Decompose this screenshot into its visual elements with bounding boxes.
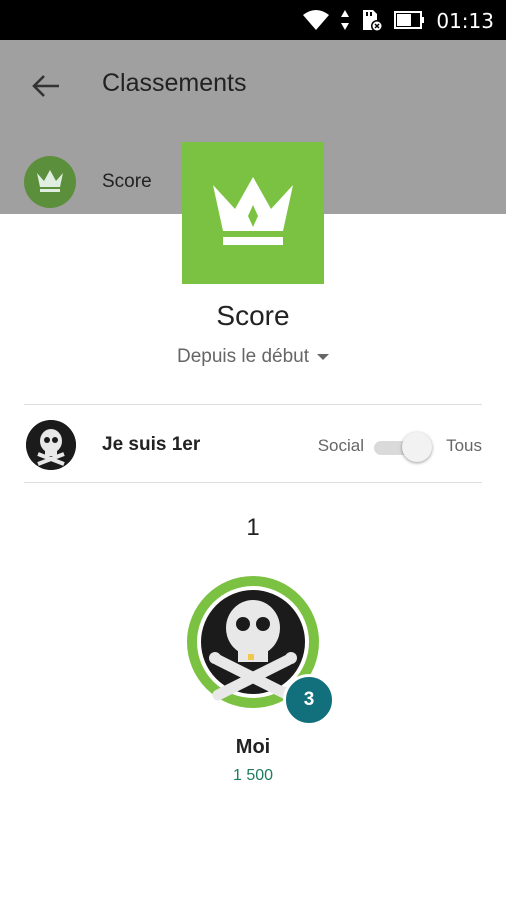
level-badge: 3 (283, 674, 335, 726)
player-row: Je suis 1er Social Tous (24, 406, 482, 482)
leaderboard-tile (182, 142, 324, 284)
crown-icon (213, 177, 293, 245)
leaderboard-title: Score (216, 300, 290, 331)
divider (24, 482, 482, 483)
period-label: Depuis le début (176, 346, 310, 367)
player-score: 1 500 (232, 767, 274, 784)
leaderboard-label: Score (102, 171, 152, 192)
wifi-icon (303, 10, 329, 30)
player-title: Je suis 1er (102, 434, 201, 455)
toggle-knob (402, 432, 432, 462)
status-bar: 01:13 (0, 0, 506, 40)
skull-icon (26, 420, 76, 470)
leaderboard-icon (24, 156, 76, 208)
page-title: Classements (102, 69, 247, 97)
toggle-label-social: Social (317, 436, 364, 455)
dropdown-caret-icon (317, 353, 330, 360)
data-arrows-icon (341, 10, 349, 30)
player-name: Moi (235, 736, 271, 758)
arrow-left-icon (32, 75, 59, 97)
player-avatar (26, 420, 76, 470)
status-icons (302, 8, 426, 32)
divider (24, 404, 482, 405)
status-time: 01:13 (436, 9, 494, 33)
period-dropdown[interactable]: Depuis le début (0, 346, 506, 368)
battery-icon (394, 11, 424, 29)
sd-card-icon (363, 10, 383, 32)
rank-number: 1 (246, 514, 260, 541)
social-toggle[interactable] (370, 432, 432, 462)
crown-icon (37, 170, 63, 192)
toggle-label-all: Tous (446, 436, 482, 455)
back-button[interactable] (26, 68, 66, 104)
leaderboard-list-item[interactable]: Score (24, 156, 152, 208)
